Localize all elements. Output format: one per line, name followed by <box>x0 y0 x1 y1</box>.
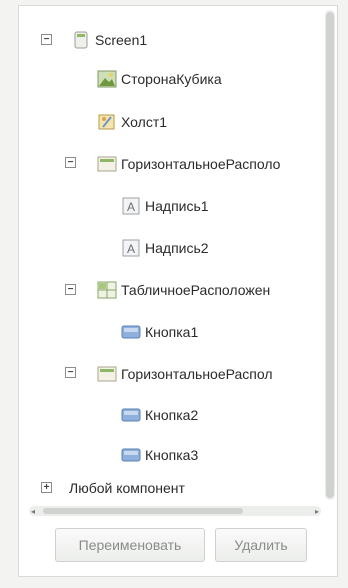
tree-node-label: Надпись1 <box>145 198 209 214</box>
rename-button[interactable]: Переименовать <box>55 528 205 562</box>
vertical-scrollbar-thumb[interactable] <box>326 12 334 498</box>
button-icon <box>121 323 141 341</box>
scroll-left-icon[interactable]: ◂ <box>31 507 35 516</box>
tree-node-hbox1[interactable]: ГоризонтальноеРасполо <box>97 151 280 177</box>
tree-node-hbox2[interactable]: ГоризонтальноеРаспол <box>97 361 273 387</box>
canvas-icon <box>97 113 117 131</box>
label-icon: A <box>121 197 141 215</box>
tree-node-any-component[interactable]: Любой компонент <box>69 475 185 501</box>
tree-node-canvas1[interactable]: Холст1 <box>97 109 167 135</box>
tree-node-label: Кнопка2 <box>145 407 199 423</box>
tree-node-label: Холст1 <box>121 114 168 130</box>
tree-node-label: ГоризонтальноеРасполо <box>121 156 281 172</box>
button-icon <box>121 446 141 464</box>
tree-node-label: Кнопка3 <box>145 447 199 463</box>
horizontal-arrangement-icon <box>97 155 117 173</box>
tree-node-label2[interactable]: A Надпись2 <box>121 235 209 261</box>
component-tree: − Screen1 СторонаКубика Холст1 − Горизон… <box>19 6 321 506</box>
collapse-toggle-hbox2[interactable]: − <box>65 367 76 378</box>
horizontal-scrollbar[interactable]: ◂ ▸ <box>29 506 321 516</box>
tree-node-label: Надпись2 <box>145 240 209 256</box>
phone-screen-icon <box>71 31 91 49</box>
tree-node-label: Любой компонент <box>69 480 185 496</box>
expand-toggle-any-component[interactable]: + <box>41 482 52 493</box>
vertical-scrollbar[interactable] <box>325 10 335 500</box>
table-arrangement-icon <box>97 281 117 299</box>
collapse-toggle-hbox1[interactable]: − <box>65 157 76 168</box>
tree-node-label: ГоризонтальноеРаспол <box>121 366 273 382</box>
tree-node-label: Кнопка1 <box>145 324 199 340</box>
button-icon <box>121 406 141 424</box>
svg-text:A: A <box>127 242 135 256</box>
tree-node-label: ТабличноеРасположен <box>121 282 271 298</box>
tree-node-label1[interactable]: A Надпись1 <box>121 193 209 219</box>
collapse-toggle-screen[interactable]: − <box>41 34 52 45</box>
components-panel: − Screen1 СторонаКубика Холст1 − Горизон… <box>18 5 338 577</box>
tree-node-image1[interactable]: СторонаКубика <box>97 66 222 92</box>
delete-button[interactable]: Удалить <box>215 528 307 562</box>
tree-node-table1[interactable]: ТабличноеРасположен <box>97 277 270 303</box>
collapse-toggle-table1[interactable]: − <box>65 284 76 295</box>
scroll-right-icon[interactable]: ▸ <box>315 507 319 516</box>
tree-node-button2[interactable]: Кнопка2 <box>121 402 198 428</box>
tree-node-button3[interactable]: Кнопка3 <box>121 442 198 468</box>
tree-node-button1[interactable]: Кнопка1 <box>121 319 198 345</box>
horizontal-arrangement-icon <box>97 365 117 383</box>
horizontal-scrollbar-thumb[interactable] <box>43 508 243 514</box>
tree-node-label: СторонаКубика <box>121 71 222 87</box>
tree-node-screen1[interactable]: Screen1 <box>71 27 147 53</box>
tree-node-label: Screen1 <box>95 32 148 48</box>
label-icon: A <box>121 239 141 257</box>
svg-text:A: A <box>127 200 135 214</box>
image-icon <box>97 70 117 88</box>
